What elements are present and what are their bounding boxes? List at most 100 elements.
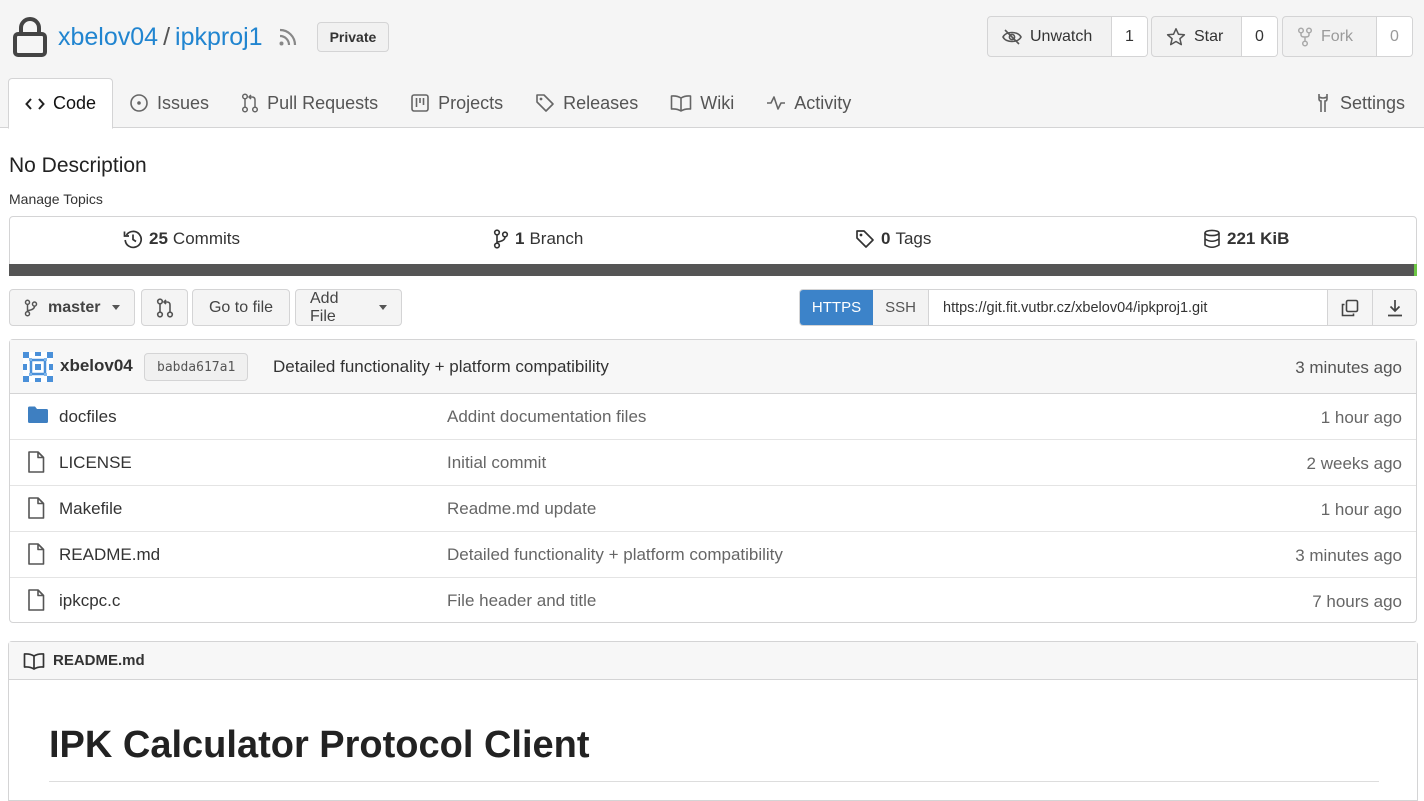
issue-icon [129, 93, 157, 113]
file-commit-message[interactable]: File header and title [447, 591, 596, 611]
tab-code[interactable]: Code [8, 78, 114, 129]
copy-url-button[interactable] [1328, 290, 1372, 325]
branch-name: master [48, 298, 101, 316]
tab-pull-requests-label: Pull Requests [267, 92, 379, 113]
size-stat: 221 KiB [1203, 229, 1294, 249]
file-commit-age: 3 minutes ago [1295, 546, 1402, 565]
file-commit-message[interactable]: Initial commit [447, 453, 546, 473]
pull-request-icon [241, 93, 267, 113]
watchers-count[interactable]: 1 [1112, 17, 1147, 56]
file-row[interactable]: ipkcpc.c File header and title 7 hours a… [10, 578, 1416, 624]
book-icon [670, 94, 700, 112]
compare-button[interactable] [141, 289, 188, 326]
commit-message[interactable]: Detailed functionality + platform compat… [273, 357, 609, 377]
tab-code-label: Code [53, 93, 97, 113]
readme-heading: IPK Calculator Protocol Client [49, 724, 590, 766]
file-commit-message[interactable]: Addint documentation files [447, 407, 646, 427]
tab-projects[interactable]: Projects [394, 78, 519, 128]
tab-settings[interactable]: Settings [1298, 78, 1421, 128]
file-name[interactable]: README.md [59, 545, 160, 565]
database-icon [1203, 229, 1221, 249]
book-icon [23, 652, 53, 670]
add-file-label: Add File [310, 289, 339, 325]
repo-header: xbelov04 / ipkproj1 Private Unwatch 1 St… [0, 0, 1424, 129]
repo-stats: 25 Commits 1 Branch 0 Tags 221 KiB [9, 216, 1417, 276]
tab-releases[interactable]: Releases [519, 78, 654, 128]
readme-panel: README.md IPK Calculator Protocol Client [8, 641, 1418, 801]
file-commit-message[interactable]: Detailed functionality + platform compat… [447, 545, 783, 565]
lock-icon [12, 17, 48, 57]
file-list: xbelov04 babda617a1 Detailed functionali… [9, 339, 1417, 623]
file-row[interactable]: LICENSE Initial commit 2 weeks ago [10, 440, 1416, 486]
tools-icon [1314, 93, 1340, 113]
branches-stat[interactable]: 1 Branch [493, 229, 583, 249]
chevron-down-icon [112, 305, 121, 310]
forks-count[interactable]: 0 [1377, 17, 1412, 56]
go-to-file-button[interactable]: Go to file [192, 289, 290, 326]
ssh-toggle[interactable]: SSH [873, 290, 929, 325]
branch-selector[interactable]: master [9, 289, 135, 326]
file-row[interactable]: docfiles Addint documentation files 1 ho… [10, 394, 1416, 440]
tab-activity[interactable]: Activity [750, 78, 867, 128]
clone-panel: HTTPS SSH https://git.fit.vutbr.cz/xbelo… [799, 289, 1417, 326]
file-icon [27, 497, 45, 519]
commit-sha[interactable]: babda617a1 [144, 353, 249, 381]
tab-wiki[interactable]: Wiki [654, 78, 750, 128]
repo-name-link[interactable]: ipkproj1 [175, 23, 263, 52]
commit-author[interactable]: xbelov04 [60, 356, 133, 376]
history-icon [123, 229, 143, 249]
clone-url-field[interactable]: https://git.fit.vutbr.cz/xbelov04/ipkpro… [929, 290, 1328, 325]
stars-count[interactable]: 0 [1242, 17, 1277, 56]
language-bar [9, 264, 1417, 276]
fork-button[interactable]: Fork [1283, 17, 1377, 56]
file-commit-age: 7 hours ago [1312, 592, 1402, 611]
manage-topics-link[interactable]: Manage Topics [9, 191, 103, 207]
commits-count: 25 [149, 229, 168, 248]
tab-releases-label: Releases [563, 92, 639, 113]
latest-commit-row: xbelov04 babda617a1 Detailed functionali… [10, 340, 1416, 394]
add-file-button[interactable]: Add File [295, 289, 402, 326]
tab-activity-label: Activity [794, 92, 852, 113]
copy-icon [1341, 299, 1359, 317]
tag-icon [855, 229, 875, 249]
file-name[interactable]: ipkcpc.c [59, 591, 120, 611]
visibility-badge: Private [316, 22, 390, 52]
repo-owner-link[interactable]: xbelov04 [58, 23, 158, 52]
tab-issues-label: Issues [157, 92, 210, 113]
avatar[interactable] [23, 352, 53, 382]
file-commit-age: 1 hour ago [1320, 408, 1402, 427]
rss-icon[interactable] [277, 26, 299, 48]
branch-icon [493, 229, 509, 249]
tags-label: Tags [895, 229, 932, 248]
file-row[interactable]: README.md Detailed functionality + platf… [10, 532, 1416, 578]
https-toggle[interactable]: HTTPS [800, 290, 873, 325]
unwatch-label: Unwatch [1030, 27, 1093, 45]
file-commit-age: 2 weeks ago [1306, 454, 1402, 473]
repo-path-separator: / [163, 22, 171, 51]
fork-label: Fork [1321, 27, 1353, 45]
fork-button-group: Fork 0 [1282, 16, 1413, 57]
unwatch-button-group: Unwatch 1 [987, 16, 1148, 57]
file-commit-message[interactable]: Readme.md update [447, 499, 596, 519]
repo-title: xbelov04 / ipkproj1 Private [12, 16, 390, 58]
star-button[interactable]: Star [1152, 17, 1242, 56]
commits-stat[interactable]: 25 Commits [123, 229, 240, 249]
file-row[interactable]: Makefile Readme.md update 1 hour ago [10, 486, 1416, 532]
tab-projects-label: Projects [438, 92, 504, 113]
tab-pull-requests[interactable]: Pull Requests [225, 78, 394, 128]
file-icon [27, 451, 45, 473]
file-name[interactable]: Makefile [59, 499, 122, 519]
unwatch-button[interactable]: Unwatch [988, 17, 1112, 56]
file-name[interactable]: LICENSE [59, 453, 132, 473]
readme-header: README.md [9, 642, 1417, 680]
tags-stat[interactable]: 0 Tags [855, 229, 931, 249]
file-commit-age: 1 hour ago [1320, 500, 1402, 519]
readme-filename: README.md [53, 652, 145, 669]
file-icon [27, 589, 45, 611]
star-icon [1166, 27, 1194, 47]
download-button[interactable] [1372, 290, 1416, 325]
file-name[interactable]: docfiles [59, 407, 117, 427]
commits-label: Commits [172, 229, 240, 248]
tab-issues[interactable]: Issues [113, 78, 225, 128]
fork-icon [1297, 26, 1321, 47]
